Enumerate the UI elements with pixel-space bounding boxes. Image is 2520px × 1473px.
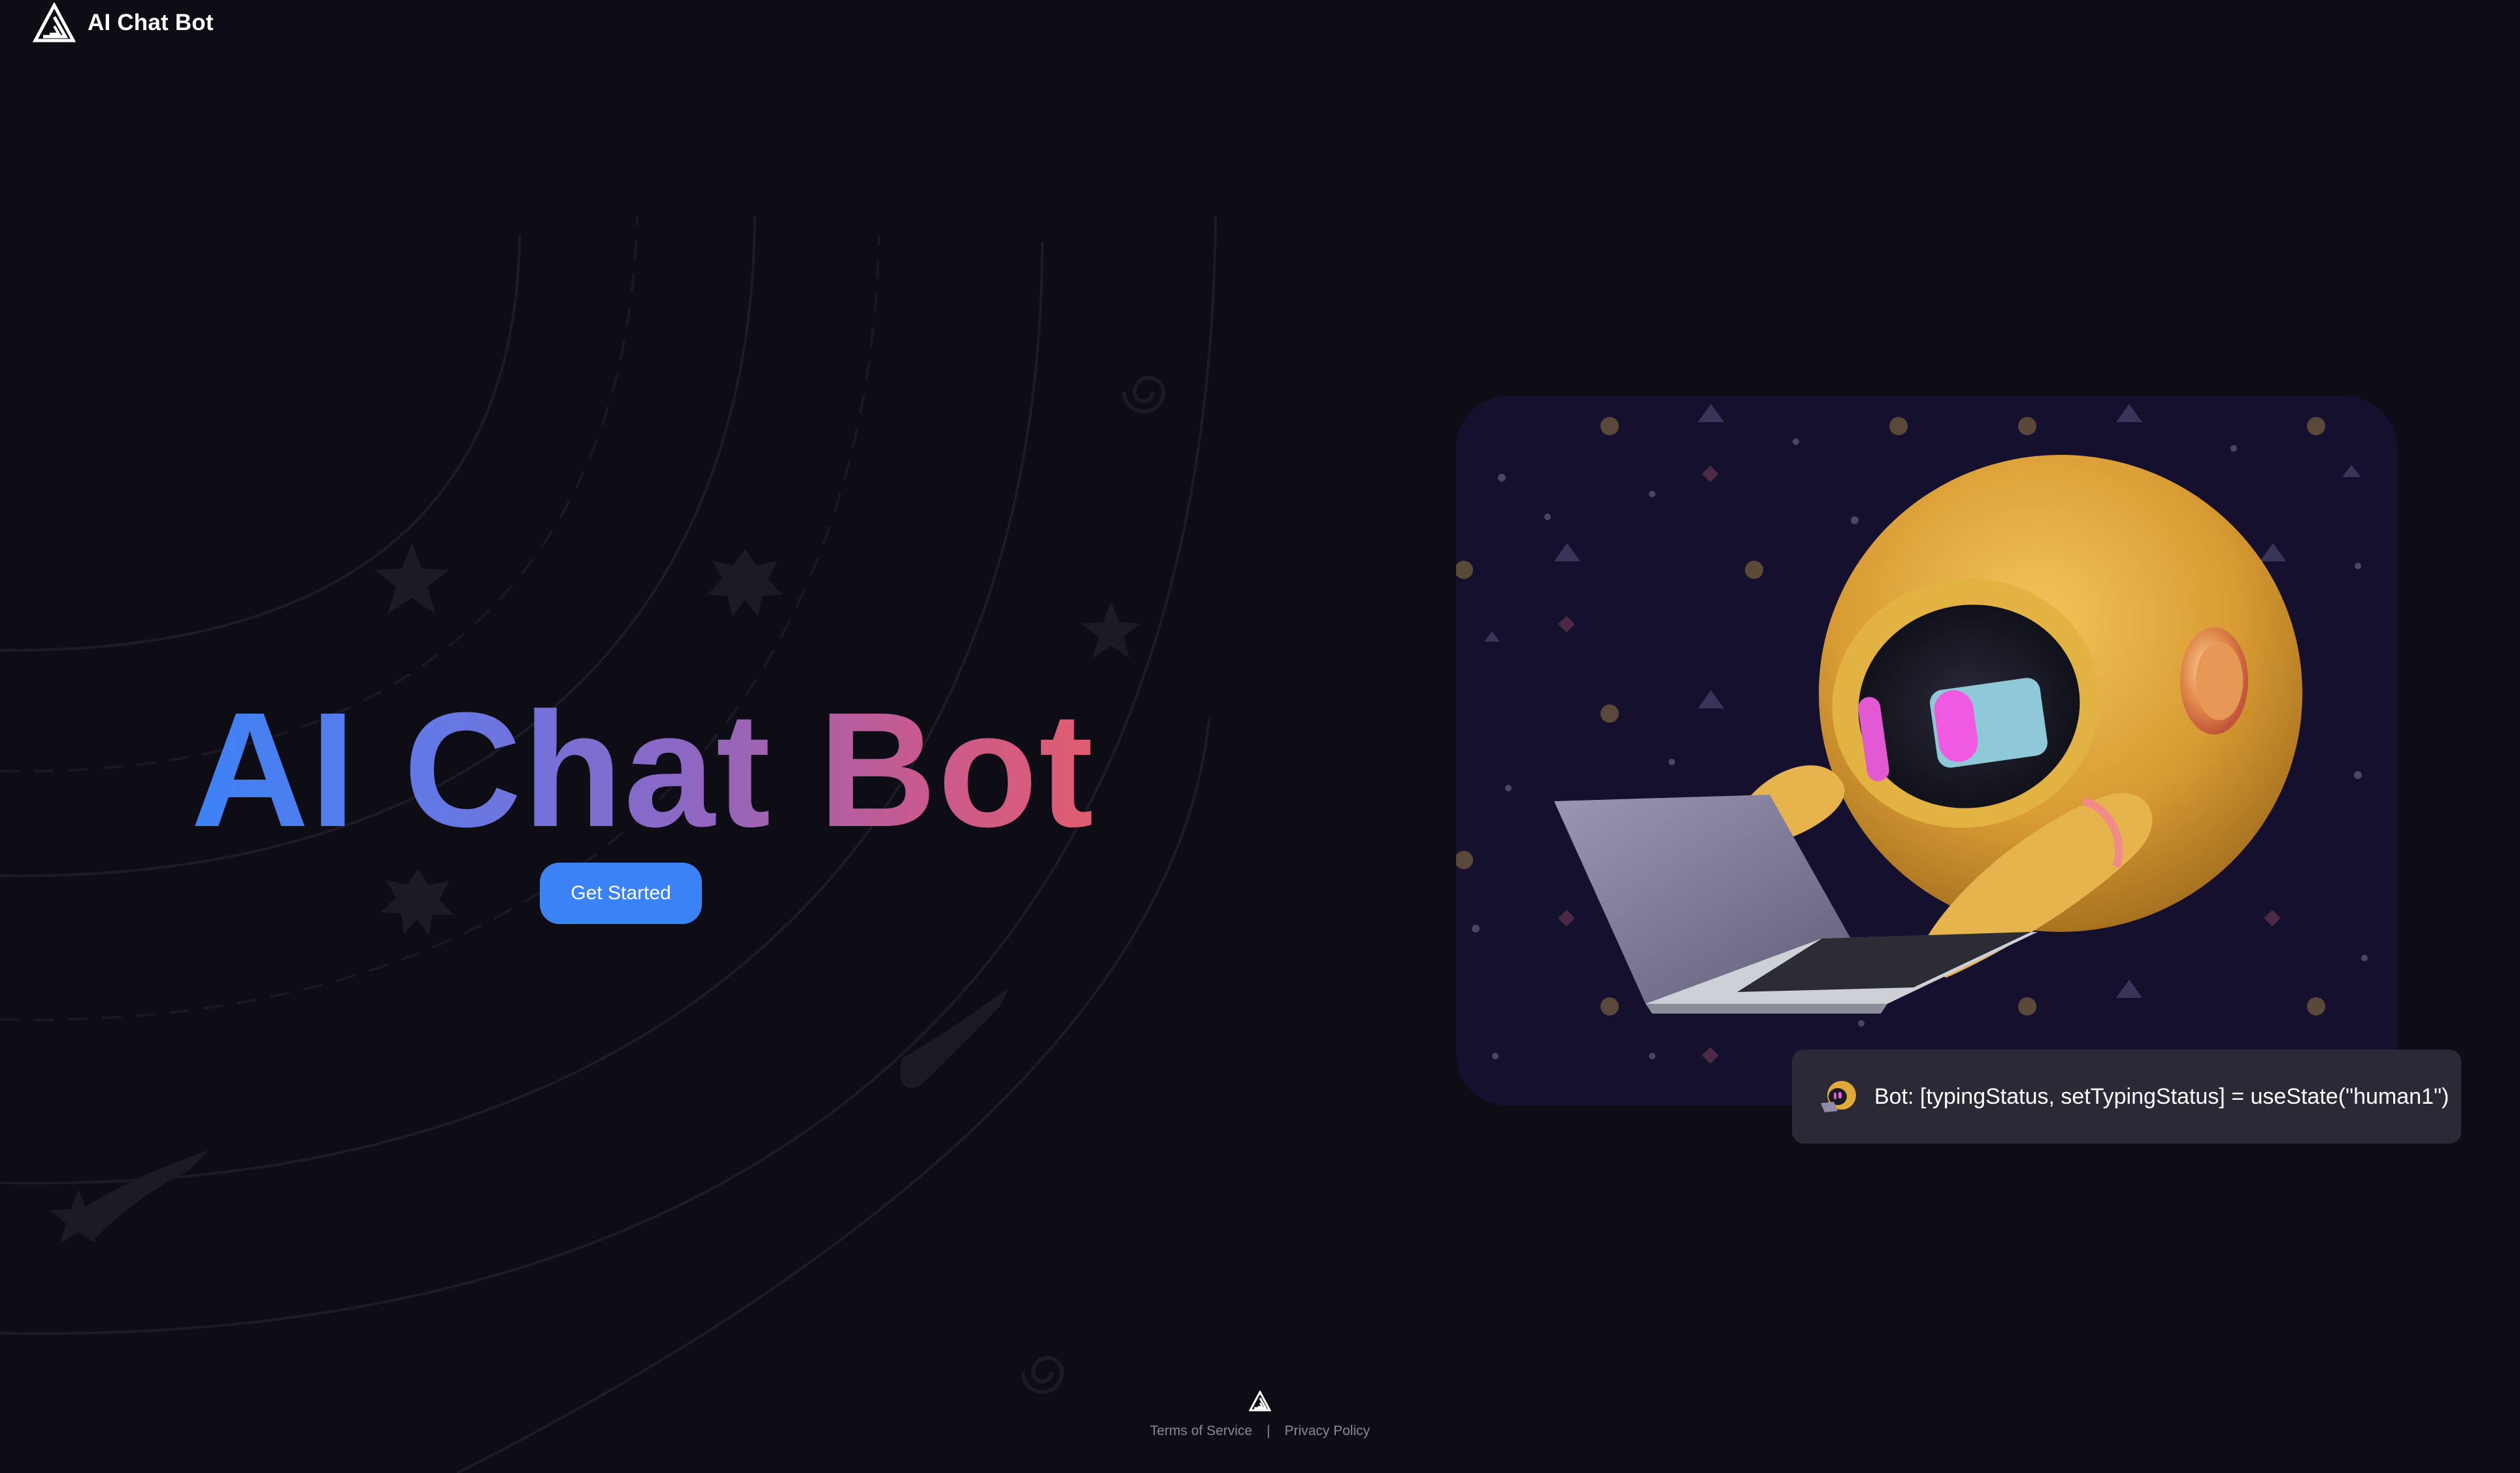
- chat-message-text: Bot: [typingStatus, setTypingStatus] = u…: [1874, 1084, 2449, 1109]
- site-footer: Terms of Service | Privacy Policy: [0, 1391, 2520, 1439]
- privacy-policy-link[interactable]: Privacy Policy: [1285, 1423, 1370, 1439]
- triangle-logo-icon[interactable]: [1249, 1391, 1271, 1412]
- hero-title: AI Chat Bot: [191, 678, 1095, 861]
- app-name[interactable]: AI Chat Bot: [88, 10, 214, 36]
- triangle-logo-icon[interactable]: [33, 3, 76, 43]
- landing-page: AI Chat Bot AI Chat Bot Get Started Bot:…: [0, 0, 2520, 1473]
- bot-avatar-icon: [1821, 1081, 1856, 1112]
- footer-separator: |: [1267, 1423, 1270, 1438]
- site-header: AI Chat Bot: [33, 0, 214, 46]
- chat-message-bubble: Bot: [typingStatus, setTypingStatus] = u…: [1792, 1050, 2461, 1144]
- terms-of-service-link[interactable]: Terms of Service: [1150, 1423, 1252, 1439]
- robot-illustration: [1456, 396, 2397, 1106]
- footer-links: Terms of Service | Privacy Policy: [1150, 1423, 1370, 1439]
- get-started-button[interactable]: Get Started: [540, 863, 702, 924]
- robot-with-laptop-illustration: [1456, 396, 2397, 1106]
